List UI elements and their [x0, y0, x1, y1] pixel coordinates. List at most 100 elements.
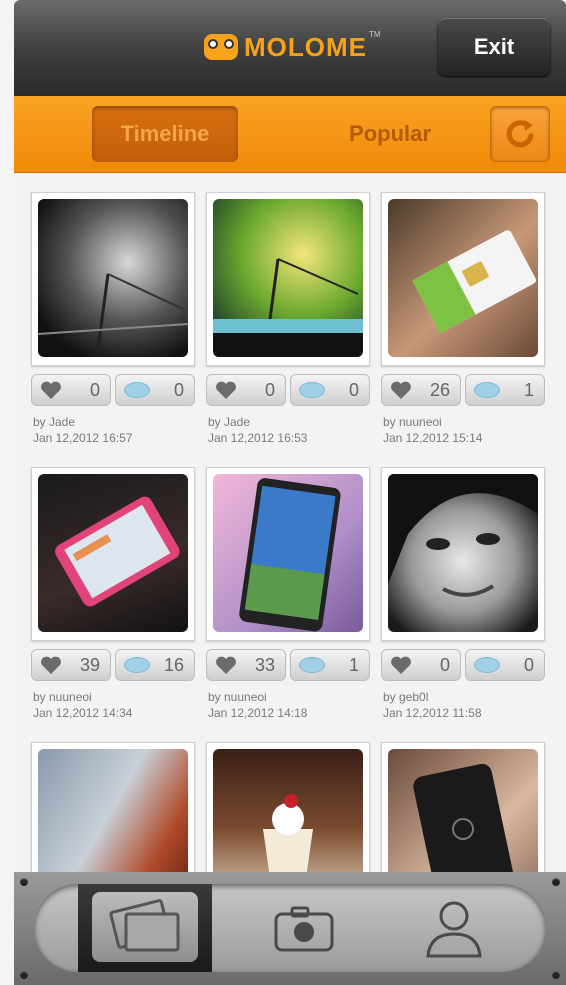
comment-count: 0	[173, 379, 184, 400]
heart-icon	[391, 381, 411, 399]
photo-content	[388, 474, 538, 597]
comment-bubble-icon	[299, 657, 325, 673]
photo-author[interactable]: by nuuneoi	[33, 689, 195, 705]
comment-button[interactable]: 0	[465, 649, 545, 681]
app-header: MOLOME TM Exit	[14, 0, 566, 96]
like-count: 33	[254, 654, 275, 675]
photo-content	[412, 230, 536, 334]
photo-date: Jan 12,2012 14:34	[33, 706, 133, 720]
nav-item-gallery[interactable]	[78, 884, 212, 972]
refresh-button[interactable]	[490, 106, 550, 162]
photo-frame[interactable]	[206, 742, 370, 872]
nav-item-camera[interactable]	[244, 884, 364, 972]
comment-button[interactable]: 0	[290, 374, 370, 406]
logo-text: MOLOME	[244, 31, 367, 62]
photo-grid: 0 0 by Jade Jan 12,2012 16:57 0 0 by Jad…	[14, 172, 566, 872]
photo-thumbnail[interactable]	[213, 474, 363, 632]
photo-frame[interactable]	[381, 192, 545, 366]
photo-thumbnail[interactable]	[388, 199, 538, 357]
app-frame: MOLOME TM Exit Timeline Popular 0 0 by J…	[14, 0, 566, 985]
logo-trademark: TM	[369, 30, 381, 39]
gallery-icon	[109, 899, 180, 952]
photo-frame[interactable]	[381, 742, 545, 872]
photo-author[interactable]: by Jade	[208, 414, 370, 430]
photo-thumbnail[interactable]	[38, 474, 188, 632]
comment-button[interactable]: 1	[290, 649, 370, 681]
photo-frame[interactable]	[206, 192, 370, 366]
nav-dock	[34, 884, 546, 972]
comment-button[interactable]: 0	[115, 374, 195, 406]
like-count: 0	[264, 379, 275, 400]
heart-icon	[391, 656, 411, 674]
photo-thumbnail[interactable]	[213, 199, 363, 357]
photo-thumbnail[interactable]	[38, 199, 188, 357]
comment-button[interactable]: 16	[115, 649, 195, 681]
comment-count: 1	[523, 379, 534, 400]
exit-button[interactable]: Exit	[438, 18, 550, 76]
photo-meta: by geb0l Jan 12,2012 11:58	[383, 689, 545, 721]
comment-button[interactable]: 1	[465, 374, 545, 406]
photo-date: Jan 12,2012 11:58	[383, 706, 482, 720]
photo-content	[413, 763, 517, 872]
bottom-nav	[14, 872, 566, 985]
tab-popular[interactable]: Popular	[330, 106, 450, 162]
photo-author[interactable]: by geb0l	[383, 689, 545, 705]
heart-icon	[41, 381, 61, 399]
comment-bubble-icon	[474, 382, 500, 398]
like-count: 39	[79, 654, 100, 675]
nav-item-profile[interactable]	[394, 884, 514, 972]
photo-frame[interactable]	[31, 192, 195, 366]
like-button[interactable]: 0	[31, 374, 111, 406]
tab-timeline[interactable]: Timeline	[92, 106, 238, 162]
like-button[interactable]: 39	[31, 649, 111, 681]
like-button[interactable]: 0	[206, 374, 286, 406]
screw-decoration	[552, 878, 560, 886]
photo-stats: 33 1	[206, 649, 370, 681]
molome-logo: MOLOME TM	[204, 30, 381, 64]
photo-author[interactable]: by Jade	[33, 414, 195, 430]
photo-content	[239, 478, 341, 632]
comment-bubble-icon	[474, 657, 500, 673]
photo-meta: by nuuneoi Jan 12,2012 14:34	[33, 689, 195, 721]
photo-frame[interactable]	[31, 742, 195, 872]
photo-author[interactable]: by nuuneoi	[208, 689, 370, 705]
like-button[interactable]: 33	[206, 649, 286, 681]
heart-icon	[216, 656, 236, 674]
owl-logo-icon	[204, 34, 238, 60]
photo-thumbnail[interactable]	[388, 474, 538, 632]
screw-decoration	[20, 971, 28, 979]
comment-count: 0	[348, 379, 359, 400]
comment-bubble-icon	[299, 382, 325, 398]
like-count: 26	[429, 379, 450, 400]
photo-content	[213, 258, 363, 357]
screw-decoration	[552, 971, 560, 979]
like-count: 0	[439, 654, 450, 675]
tab-bar: Timeline Popular	[14, 96, 566, 173]
like-button[interactable]: 26	[381, 374, 461, 406]
comment-count: 0	[523, 654, 534, 675]
photo-stats: 0 0	[31, 374, 195, 406]
profile-icon	[426, 901, 482, 958]
like-button[interactable]: 0	[381, 649, 461, 681]
photo-stats: 39 16	[31, 649, 195, 681]
photo-thumbnail[interactable]	[213, 749, 363, 872]
screw-decoration	[20, 878, 28, 886]
heart-icon	[41, 656, 61, 674]
photo-author[interactable]: by nuuneoi	[383, 414, 545, 430]
comment-bubble-icon	[124, 657, 150, 673]
photo-stats: 26 1	[381, 374, 545, 406]
photo-date: Jan 12,2012 14:18	[208, 706, 308, 720]
photo-date: Jan 12,2012 16:53	[208, 431, 308, 445]
photo-frame[interactable]	[206, 467, 370, 641]
photo-meta: by Jade Jan 12,2012 16:57	[33, 414, 195, 446]
photo-meta: by nuuneoi Jan 12,2012 15:14	[383, 414, 545, 446]
photo-content	[38, 273, 188, 350]
heart-icon	[216, 381, 236, 399]
nav-active-highlight	[92, 892, 198, 962]
photo-date: Jan 12,2012 15:14	[383, 431, 483, 445]
comment-bubble-icon	[124, 382, 150, 398]
photo-frame[interactable]	[31, 467, 195, 641]
photo-thumbnail[interactable]	[38, 749, 188, 872]
photo-frame[interactable]	[381, 467, 545, 641]
photo-thumbnail[interactable]	[388, 749, 538, 872]
